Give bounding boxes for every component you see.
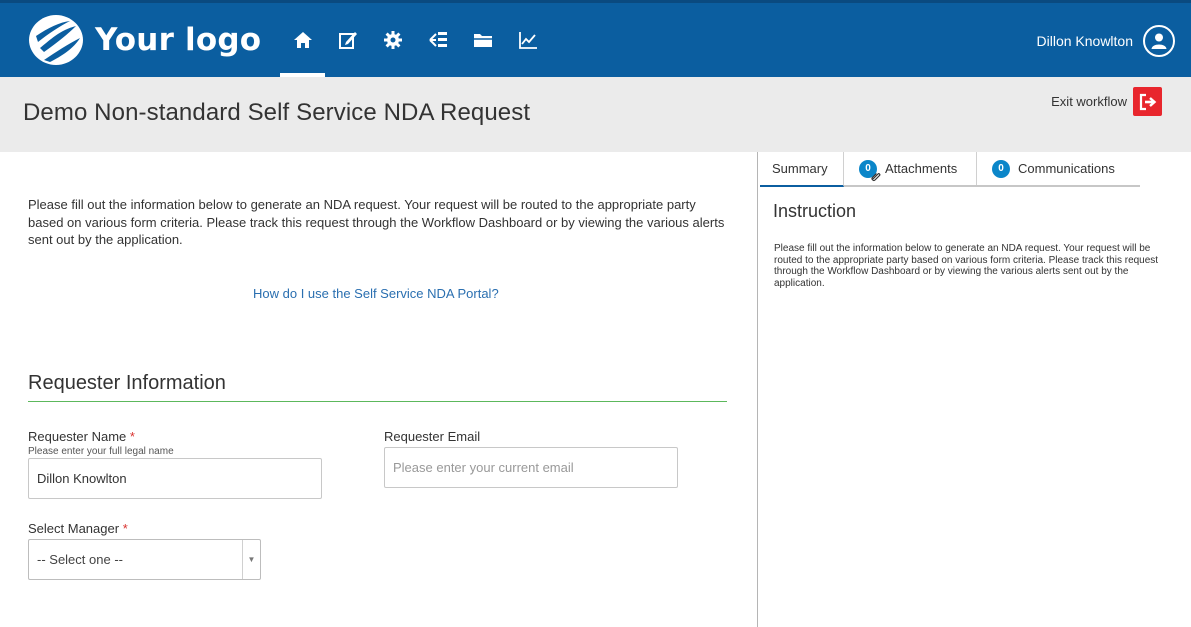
gear-icon [383, 31, 402, 49]
logo-icon [29, 15, 83, 65]
nav-edit[interactable] [325, 3, 370, 77]
instruction-title: Instruction [773, 201, 857, 221]
tab-communications[interactable]: 0 Communications [977, 152, 1140, 185]
user-name: Dillon Knowlton [1036, 33, 1134, 49]
exit-workflow-button[interactable]: Exit workflow [1051, 87, 1162, 116]
instruction-text: Please fill out the information below to… [774, 243, 1159, 289]
tab-attachments-label: Attachments [885, 161, 958, 176]
main-nav [280, 3, 550, 77]
nav-settings[interactable] [370, 3, 415, 77]
logo-text: Your logo [95, 22, 262, 58]
help-link[interactable]: How do I use the Self Service NDA Portal… [253, 286, 499, 301]
nav-analytics[interactable] [505, 3, 550, 77]
requester-email-input[interactable]: Please enter your current email [384, 447, 678, 488]
requester-name-hint: Please enter your full legal name [28, 446, 174, 457]
side-panel-tabs: Summary 0 Attachments 0 Communications [760, 152, 1140, 187]
form-area: Please fill out the information below to… [0, 152, 757, 627]
exit-workflow-label: Exit workflow [1051, 94, 1127, 109]
communications-count-badge: 0 [992, 159, 1010, 178]
sign-out-icon [1139, 93, 1156, 110]
page-title: Demo Non-standard Self Service NDA Reque… [23, 99, 531, 126]
chart-icon [518, 32, 537, 49]
requester-name-label: Requester Name * [28, 429, 135, 444]
attachments-count-badge: 0 [859, 159, 881, 181]
requester-email-label: Requester Email [384, 429, 481, 444]
requester-name-input[interactable]: Dillon Knowlton [28, 458, 322, 499]
nav-home[interactable] [280, 3, 325, 77]
communications-count: 0 [998, 163, 1004, 174]
column-divider [757, 152, 758, 627]
nav-workflow[interactable] [415, 3, 460, 77]
workflow-icon [428, 32, 447, 47]
avatar[interactable] [1143, 25, 1175, 57]
user-icon [1151, 33, 1167, 49]
section-title: Requester Information [28, 372, 226, 394]
tab-communications-label: Communications [1018, 161, 1115, 176]
requester-name-label-text: Requester Name [28, 429, 127, 444]
tab-attachments[interactable]: 0 Attachments [844, 152, 977, 185]
intro-text: Please fill out the information below to… [28, 197, 725, 247]
paperclip-icon [871, 172, 881, 181]
user-menu[interactable]: Dillon Knowlton [1036, 25, 1175, 57]
manager-label-text: Select Manager [28, 521, 120, 536]
required-mark: * [129, 429, 135, 444]
nav-folder[interactable] [460, 3, 505, 77]
edit-icon [338, 32, 357, 49]
manager-select[interactable]: -- Select one -- ▼ [28, 539, 261, 580]
top-navigation-bar: Your logo Dillon Knowlton [0, 0, 1191, 77]
tab-summary[interactable]: Summary [760, 152, 844, 187]
tab-summary-label: Summary [772, 161, 828, 176]
folder-icon [473, 34, 492, 47]
manager-select-value: -- Select one -- [37, 552, 123, 567]
manager-label: Select Manager * [28, 521, 128, 536]
required-mark: * [122, 521, 128, 536]
logo[interactable]: Your logo [26, 11, 261, 69]
home-icon [293, 32, 312, 48]
title-bar: Demo Non-standard Self Service NDA Reque… [0, 77, 1191, 152]
chevron-down-icon[interactable]: ▼ [242, 540, 260, 579]
section-divider [28, 401, 727, 402]
exit-button-box[interactable] [1133, 87, 1162, 116]
